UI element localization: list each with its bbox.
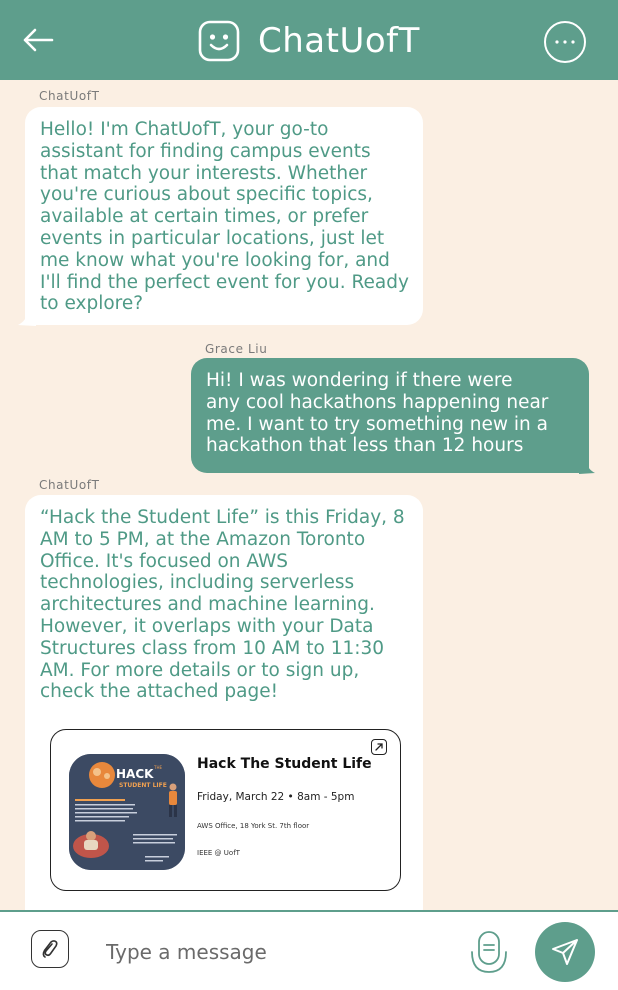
message-line: “Hack the Student Life” is this Friday, … [40,507,405,528]
microphone-icon [471,931,507,973]
message-sender: ChatUofT [39,89,100,103]
event-date: Friday, March 22 • 8am - 5pm [197,791,355,803]
message-line: that match your interests. Whether [40,162,368,184]
poster-title: HACK [116,767,154,781]
message-composer [0,910,618,990]
bubble-tail [18,312,36,326]
open-link-button[interactable] [371,739,387,755]
message-line: Office. It's focused on AWS [40,550,289,572]
message-line: AM to 5 PM, at the Amazon Toronto [40,528,366,550]
message-line: However, it overlaps with your Data [40,615,374,637]
event-card[interactable]: HACK THE STUDENT LIFE Hack The Student L… [50,729,401,891]
event-location: AWS Office, 18 York St. 7th floor [197,822,310,830]
event-thumbnail: HACK THE STUDENT LIFE [69,754,185,870]
message-line: architectures and machine learning. [40,594,375,616]
app-title-group: ChatUofT [198,18,420,64]
message-sender: Grace Liu [205,342,268,356]
message-line: any cool hackathons happening near [206,391,549,413]
message-line: AM. For more details or to sign up, [40,659,360,681]
message-line: Hi! I was wondering if there were [206,370,513,391]
event-title: Hack The Student Life [197,756,372,772]
message-line: technologies, including serverless [40,572,355,594]
message-line: I'll find the perfect event for you. Rea… [40,271,409,293]
message-line: to explore? [40,293,144,315]
message-line: Structures class from 10 AM to 11:30 [40,637,385,659]
message-line: available at certain times, or prefer [40,206,369,228]
event-poster-image: HACK THE STUDENT LIFE [69,754,185,870]
message-line: me know what you're looking for, and [40,249,390,271]
message-line: assistant for finding campus events [40,140,371,162]
message-input[interactable] [106,932,446,972]
app-header: ChatUofT [0,0,618,80]
attach-button[interactable] [31,930,69,968]
arrow-left-icon [23,28,54,52]
smiley-face-icon [198,20,240,62]
message-line: events in particular locations, just let [40,227,385,249]
message-line: me. I want to try something new in a [206,413,548,435]
message-line: Hello! I'm ChatUofT, your go-to [40,119,329,140]
more-dots-icon [555,40,575,44]
voice-input-button[interactable] [469,928,509,976]
more-options-button[interactable] [544,21,586,63]
message-line: hackathon that less than 12 hours [206,435,524,457]
app-title: ChatUofT [258,21,420,61]
paperclip-icon [42,940,58,958]
bubble-tail [579,460,595,474]
event-organizer: IEEE @ UofT [197,849,240,857]
external-link-icon [375,743,383,751]
poster-the: THE [153,765,162,770]
poster-subtitle: STUDENT LIFE [119,782,167,789]
send-icon [552,939,578,965]
message-line: check the attached page! [40,681,278,703]
back-button[interactable] [18,22,58,58]
send-button[interactable] [535,922,595,982]
message-line: you're curious about specific topics, [40,184,373,206]
bot-message-bubble: Hello! I'm ChatUofT, your go-to assistan… [25,107,423,325]
user-message-bubble: Hi! I was wondering if there were any co… [191,358,589,473]
message-sender: ChatUofT [39,478,100,492]
